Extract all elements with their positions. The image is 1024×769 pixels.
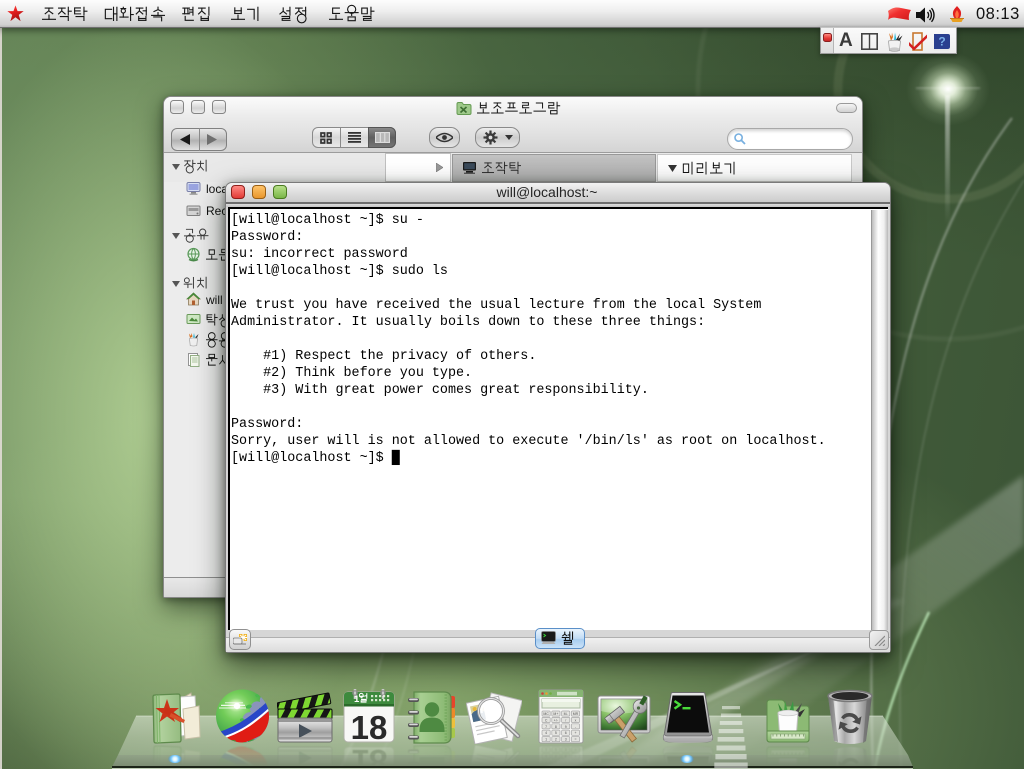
- svg-text:MR: MR: [573, 712, 579, 716]
- svg-text:+: +: [574, 731, 576, 735]
- svg-text:1: 1: [545, 747, 547, 751]
- svg-text:2: 2: [555, 738, 557, 742]
- svg-text:8: 8: [555, 725, 557, 729]
- svg-text:7: 7: [545, 725, 547, 729]
- svg-text:4: 4: [545, 754, 547, 758]
- svg-text:3: 3: [565, 738, 567, 742]
- svg-text:MC: MC: [543, 712, 549, 716]
- svg-text:18: 18: [351, 745, 388, 769]
- svg-text:5: 5: [555, 754, 557, 758]
- svg-text:=: =: [574, 747, 576, 751]
- svg-text:/: /: [565, 718, 566, 722]
- svg-text:1: 1: [545, 738, 547, 742]
- svg-text:M+: M+: [553, 712, 558, 716]
- svg-text:6: 6: [565, 731, 567, 735]
- svg-text:18: 18: [351, 709, 388, 744]
- svg-text:5: 5: [555, 731, 557, 735]
- svg-text:8: 8: [555, 760, 557, 764]
- svg-text:+: +: [574, 754, 576, 758]
- svg-text:=: =: [574, 738, 576, 742]
- svg-text:9: 9: [565, 725, 567, 729]
- svg-text:7: 7: [545, 760, 547, 764]
- svg-text:9: 9: [565, 760, 567, 764]
- svg-text:x: x: [575, 718, 577, 722]
- svg-text:4: 4: [545, 731, 547, 735]
- svg-text:?: ?: [938, 35, 945, 49]
- svg-text:6: 6: [565, 754, 567, 758]
- svg-text:2: 2: [555, 747, 557, 751]
- svg-text:3: 3: [565, 747, 567, 751]
